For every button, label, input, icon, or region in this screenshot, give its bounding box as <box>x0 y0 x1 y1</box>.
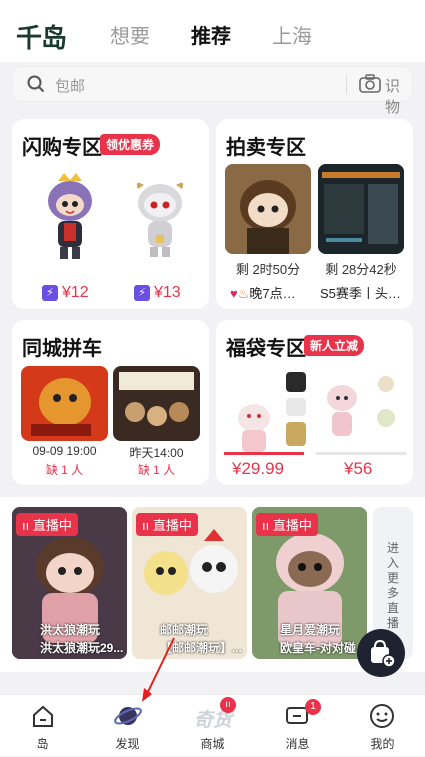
nav-mall-label: 商城 <box>200 737 225 751</box>
fire-icon: ♨ <box>237 286 250 301</box>
game-screenshot-image <box>318 164 404 254</box>
lightning-icon: ⚡ <box>134 284 150 301</box>
flash-sale-title: 闪购专区 <box>22 137 102 159</box>
carpool-time-2: 昨天14:00 <box>129 446 184 460</box>
nav-profile[interactable]: 我的 <box>340 695 425 757</box>
lucky-price-1: ¥29.99 <box>232 459 284 478</box>
search-icon <box>27 75 45 93</box>
live-host-name-1: 洪太狼潮玩 <box>40 623 101 637</box>
smiley-icon <box>370 704 394 728</box>
nav-mall[interactable]: 奇货 ıı 商城 <box>170 695 255 757</box>
nav-discover-label: 发现 <box>115 737 140 751</box>
search-divider <box>346 76 347 94</box>
heart-icon: ♥ <box>230 286 238 301</box>
flash-price-1: ⚡ ¥12 <box>42 284 89 302</box>
carpool-title: 同城拼车 <box>22 338 102 360</box>
lucky-bag-image-1[interactable] <box>224 368 314 460</box>
carpool-need-1: 缺 1 人 <box>45 463 84 477</box>
app-logo: 千岛 <box>16 24 67 54</box>
lucky-bar-2 <box>316 452 406 455</box>
flash-price-2: ⚡ ¥13 <box>134 284 181 302</box>
message-count-badge: 1 <box>305 699 321 715</box>
carpool-time-1: 09-09 19:00 <box>32 444 97 458</box>
home-icon <box>33 705 53 727</box>
carpool-card[interactable]: 同城拼车 09-09 19:00 缺 1 人 昨天14:00 缺 1 人 <box>12 320 209 485</box>
live-indicator-badge: ıı <box>220 697 236 713</box>
auction-caption-2: S5赛季丨头… <box>320 286 401 301</box>
annotation-arrow-icon <box>142 637 175 702</box>
figure-silver-image[interactable] <box>130 177 190 267</box>
live-title-3: 欧皇车-对对碰 <box>280 641 356 655</box>
live-card-1[interactable]: ıı 直播中 洪太狼潮玩 洪太狼潮玩29... <box>12 507 127 659</box>
scan-button[interactable]: 识物 <box>385 75 412 117</box>
nav-profile-label: 我的 <box>370 737 395 751</box>
figure-devil-image[interactable] <box>40 171 100 266</box>
lucky-price-2: ¥56 <box>344 459 373 478</box>
lightning-icon: ⚡ <box>42 284 58 301</box>
carpool-poster-image <box>21 366 108 441</box>
live-title-1: 洪太狼潮玩29... <box>40 641 124 655</box>
lucky-bar-1 <box>224 452 304 455</box>
camera-icon[interactable] <box>359 74 381 94</box>
carpool-need-2: 缺 1 人 <box>137 463 176 477</box>
tab-recommend[interactable]: 推荐 <box>191 20 231 49</box>
coupon-badge[interactable]: 领优惠券 <box>100 134 161 155</box>
auction-card[interactable]: 拍卖专区 剩 2时50分 剩 28分42秒 ♥♨晚7点… S5赛季丨头… <box>216 119 413 309</box>
live-badge: ıı 直播中 <box>16 513 78 536</box>
tab-want[interactable]: 想要 <box>110 20 150 49</box>
carpool-image-1[interactable] <box>21 366 108 441</box>
bottom-nav: 岛 发现 奇货 ıı 商城 1 消息 我的 <box>0 694 425 756</box>
more-live-label: 进入更多直播 <box>387 541 400 630</box>
live-badge: ıı 直播中 <box>256 513 318 536</box>
shopping-bag-add-icon <box>371 639 396 668</box>
top-bar: 千岛 想要 推荐 上海 <box>0 0 425 62</box>
lucky-bag-card[interactable]: 福袋专区 新人立减 ¥29.99 ¥56 <box>216 320 413 485</box>
carpool-party-image <box>113 366 200 441</box>
auction-image-1[interactable] <box>225 164 311 254</box>
lucky-bag-image-2[interactable] <box>316 368 406 452</box>
auction-timer-1: 剩 2时50分 <box>235 262 301 277</box>
new-user-badge[interactable]: 新人立减 <box>304 335 365 356</box>
nav-messages-label: 消息 <box>285 737 310 751</box>
flash-sale-card[interactable]: 闪购专区 领优惠券 ⚡ ¥12 ⚡ ¥13 <box>12 119 209 309</box>
nav-messages[interactable]: 1 消息 <box>255 695 340 757</box>
carpool-image-2[interactable] <box>113 366 200 441</box>
live-host-name-3: 星月爱潮玩 <box>280 623 341 637</box>
figure-doll-image <box>225 164 311 254</box>
live-badge: ıı 直播中 <box>136 513 198 536</box>
nav-island-label: 岛 <box>36 737 49 751</box>
floating-bag-button[interactable] <box>357 629 405 677</box>
search-bar[interactable]: 包邮 识物 <box>12 66 413 116</box>
auction-image-2[interactable] <box>318 164 404 254</box>
search-input[interactable]: 包邮 <box>55 75 85 96</box>
auction-caption-1: ♥♨晚7点… <box>230 286 296 301</box>
lucky-bag-title: 福袋专区 <box>226 338 306 360</box>
tab-shanghai[interactable]: 上海 <box>272 20 312 49</box>
nav-island[interactable]: 岛 <box>0 695 85 757</box>
auction-timer-2: 剩 28分42秒 <box>325 262 397 277</box>
auction-title: 拍卖专区 <box>226 137 306 159</box>
live-card-3[interactable]: ıı 直播中 星月爱潮玩 欧皇车-对对碰 <box>252 507 367 659</box>
